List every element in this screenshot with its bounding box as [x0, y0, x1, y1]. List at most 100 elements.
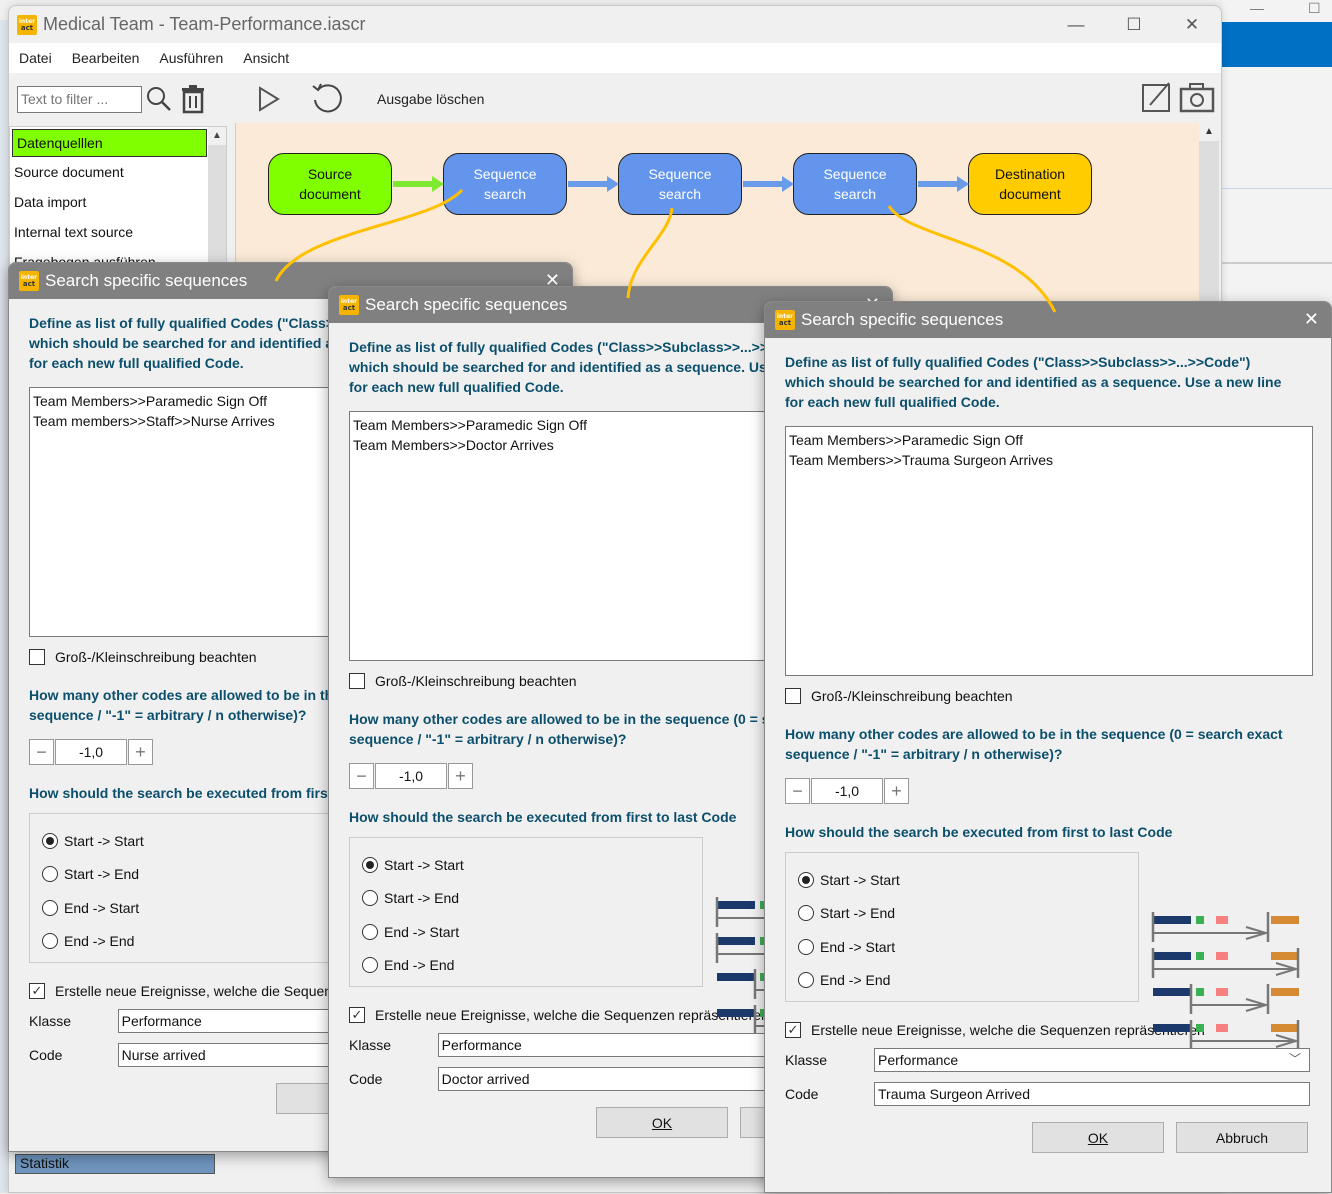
code-input[interactable]: Trauma Surgeon Arrived	[874, 1082, 1310, 1106]
menu-bearbeiten[interactable]: Bearbeiten	[72, 50, 140, 66]
ok-button[interactable]: OK	[1032, 1122, 1164, 1153]
code-bar-first	[1153, 952, 1191, 960]
close-button[interactable]: ✕	[1163, 6, 1221, 43]
edge-arrow	[743, 176, 794, 192]
radio-end-start[interactable]	[362, 923, 378, 940]
background-maximize-icon[interactable]: ☐	[1308, 0, 1321, 17]
edge-arrow	[393, 176, 444, 192]
clear-output-button[interactable]: Ausgabe löschen	[377, 91, 484, 107]
radio-start-end[interactable]	[362, 890, 378, 907]
background-divider	[1222, 262, 1332, 264]
increment-button[interactable]: +	[128, 739, 153, 765]
search-mode-diagram-row	[1151, 912, 1299, 942]
radio-label: End -> End	[384, 957, 455, 974]
code-bar-first	[1153, 988, 1191, 996]
radio-end-end[interactable]	[42, 933, 58, 950]
app-logo-icon: inter act	[17, 14, 37, 35]
code-bar-last	[1271, 1024, 1299, 1032]
create-events-checkbox[interactable]: ✓	[349, 1007, 365, 1023]
radio-start-start[interactable]	[42, 832, 58, 849]
search-mode-group: Start -> Start Start -> End End -> Start…	[349, 837, 703, 987]
tree-item-internal-text-source[interactable]: Internal text source	[10, 217, 208, 247]
codes-textarea[interactable]: Team Members>>Paramedic Sign Off Team Me…	[785, 426, 1313, 676]
code-bar-other	[1216, 952, 1228, 960]
menu-ausfuehren[interactable]: Ausführen	[159, 50, 223, 66]
code-bar-other	[1216, 988, 1228, 996]
title-bar: inter act Medical Team - Team-Performance…	[9, 6, 1221, 43]
tree-scrollbar[interactable]: ▲	[208, 127, 226, 275]
scroll-up-icon[interactable]: ▲	[208, 127, 226, 145]
klasse-label: Klasse	[785, 1052, 828, 1068]
code-bar-other	[1216, 916, 1228, 924]
cancel-button[interactable]: Abbruch	[1176, 1122, 1308, 1153]
tree-item-source-document[interactable]: Source document	[10, 157, 208, 187]
other-codes-input[interactable]: -1,0	[811, 778, 883, 804]
run-button[interactable]	[249, 79, 289, 119]
create-events-checkbox[interactable]: ✓	[29, 983, 45, 999]
edit-icon[interactable]	[1141, 81, 1173, 116]
window-title: Medical Team - Team-Performance.iascr	[43, 14, 366, 34]
decrement-button[interactable]: −	[349, 763, 374, 789]
increment-button[interactable]: +	[448, 763, 473, 789]
maximize-button[interactable]: ☐	[1105, 6, 1163, 43]
camera-icon[interactable]	[1179, 81, 1215, 116]
radio-label: Start -> End	[384, 890, 460, 907]
other-codes-stepper: − -1,0 +	[785, 778, 1311, 804]
radio-label: End -> Start	[820, 938, 896, 955]
radio-label: Start -> Start	[384, 856, 464, 873]
case-sensitive-label: Groß-/Kleinschreibung beachten	[55, 649, 257, 665]
radio-label: End -> Start	[384, 923, 460, 940]
decrement-button[interactable]: −	[29, 739, 54, 765]
minimize-button[interactable]: —	[1047, 6, 1105, 43]
radio-end-start[interactable]	[42, 899, 58, 916]
chevron-down-icon[interactable]: ﹀	[1289, 1050, 1301, 1068]
create-events-checkbox[interactable]: ✓	[785, 1022, 801, 1038]
trash-icon[interactable]	[176, 82, 210, 116]
radio-start-end[interactable]	[798, 905, 814, 922]
case-sensitive-checkbox[interactable]	[29, 649, 45, 665]
radio-start-start[interactable]	[362, 856, 378, 873]
radio-label: End -> End	[64, 933, 135, 950]
tree-item-statistik[interactable]: Statistik	[15, 1154, 215, 1174]
ok-button[interactable]: OK	[596, 1107, 728, 1138]
code-bar-first	[1153, 916, 1191, 924]
radio-start-end[interactable]	[42, 866, 58, 883]
radio-end-end[interactable]	[362, 957, 378, 974]
create-events-label: Erstelle neue Ereignisse, welche die Seq…	[375, 1007, 769, 1023]
code-bar-first	[717, 1009, 755, 1017]
scroll-up-icon[interactable]: ▲	[1199, 123, 1219, 141]
klasse-label: Klasse	[29, 1013, 72, 1029]
radio-label: Start -> End	[64, 866, 140, 883]
klasse-select[interactable]: Performance ﹀	[874, 1048, 1310, 1072]
dialog-title: Search specific sequences	[365, 295, 568, 314]
case-sensitive-label: Groß-/Kleinschreibung beachten	[375, 673, 577, 689]
reset-button[interactable]	[307, 79, 347, 119]
case-sensitive-checkbox[interactable]	[349, 673, 365, 689]
radio-end-start[interactable]	[798, 938, 814, 955]
codes-description: Define as list of fully qualified Codes …	[785, 354, 1282, 410]
increment-button[interactable]: +	[884, 778, 909, 804]
search-icon[interactable]	[142, 82, 176, 116]
module-tree: Datenquelllen Source document Data impor…	[9, 126, 227, 276]
menu-ansicht[interactable]: Ansicht	[243, 50, 289, 66]
code-bar-last	[1271, 952, 1299, 960]
tree-item-datenquellen[interactable]: Datenquelllen	[12, 129, 207, 157]
dialog-title: Search specific sequences	[45, 271, 248, 290]
other-codes-input[interactable]: -1,0	[375, 763, 447, 789]
radio-start-start[interactable]	[798, 871, 814, 888]
search-mode-question: How should the search be executed from f…	[785, 824, 1173, 840]
close-icon[interactable]: ✕	[1304, 309, 1319, 330]
app-logo-icon: inter act	[19, 271, 39, 291]
code-bar-other	[1216, 1024, 1228, 1032]
radio-end-end[interactable]	[798, 972, 814, 989]
background-minimize-icon[interactable]: —	[1250, 0, 1264, 16]
decrement-button[interactable]: −	[785, 778, 810, 804]
edge-arrow	[918, 176, 969, 192]
menu-datei[interactable]: Datei	[19, 50, 52, 66]
tree-item-data-import[interactable]: Data import	[10, 187, 208, 217]
filter-input[interactable]	[17, 85, 142, 113]
code-bar-other	[1196, 988, 1204, 996]
code-label: Code	[349, 1071, 383, 1087]
case-sensitive-checkbox[interactable]	[785, 688, 801, 704]
other-codes-input[interactable]: -1,0	[55, 739, 127, 765]
